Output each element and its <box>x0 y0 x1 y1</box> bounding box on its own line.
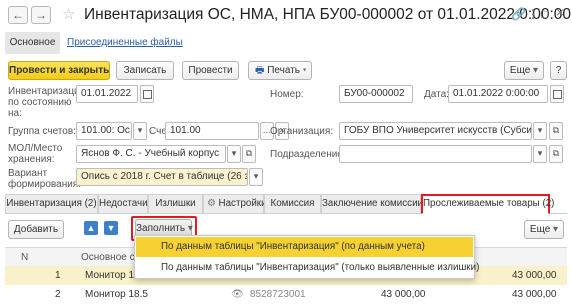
chevron-down-icon: ▾ <box>537 125 543 135</box>
organization-field[interactable]: ГОБУ ВПО Университет искусств (Субсидия) <box>339 122 532 140</box>
page-title: Инвентаризация ОС, НМА, НПА БУ00-000002 … <box>84 6 572 23</box>
open-icon: ⧉ <box>552 125 560 135</box>
variant-field[interactable]: Опись с 2018 г. Счет в таблице (26 знако… <box>76 168 248 186</box>
back-button[interactable]: ← <box>8 6 28 24</box>
date-field[interactable]: 01.01.2022 0:00:00 <box>448 85 548 103</box>
account-field[interactable]: 101.00 <box>165 122 259 140</box>
inventory-date-field[interactable]: 01.01.2022 <box>76 85 138 103</box>
inventory-date-label: Инвентаризация по состоянию на: <box>8 86 85 119</box>
row-number: 2 <box>55 289 61 300</box>
label-line: на: <box>8 108 22 119</box>
post-button[interactable]: Провести <box>182 61 239 80</box>
tab-shortages[interactable]: Недостачи <box>98 194 148 214</box>
more-label: Еще <box>529 224 551 235</box>
department-field[interactable] <box>339 145 532 163</box>
print-label: Печать <box>267 65 300 76</box>
open-icon: ⧉ <box>552 148 560 158</box>
variant-label: Вариант формирования: <box>8 168 81 190</box>
fill-dropdown-menu: По данным таблицы "Инвентаризация" (по д… <box>134 235 479 279</box>
calendar-button[interactable] <box>140 85 154 103</box>
attached-files-link[interactable]: Присоединенные файлы <box>67 37 183 48</box>
table-more-button[interactable]: Еще ▾ <box>524 220 564 239</box>
post-and-close-button[interactable]: Провести и закрыть <box>8 61 110 80</box>
tab-settings[interactable]: ⚙ Настройки <box>203 194 267 214</box>
asset-name: Монитор 18.5 <box>85 289 148 300</box>
mol-open-button[interactable]: ⧉ <box>242 145 256 163</box>
tab-surpluses[interactable]: Излишки <box>148 194 203 214</box>
tab-commission[interactable]: Комиссия <box>264 194 321 214</box>
label-line: формирования: <box>8 179 81 190</box>
table-row[interactable]: 2 Монитор 18.5 👁 8528723001 43 000,00 43… <box>5 285 567 304</box>
fill-menu-item-surpluses[interactable]: По данным таблицы "Инвентаризация" (толь… <box>136 258 479 278</box>
tab-commission-conclusion[interactable]: Заключение комиссии <box>321 194 423 214</box>
department-label: Подразделение: <box>270 149 346 160</box>
department-open-button[interactable]: ⧉ <box>549 145 563 163</box>
tab-inventory[interactable]: Инвентаризация (2) <box>5 194 98 214</box>
chevron-down-icon: ▾ <box>302 65 307 76</box>
date-label: Дата: <box>424 89 449 100</box>
chevron-down-icon: ▾ <box>533 65 539 76</box>
calendar-icon <box>143 90 152 99</box>
chevron-down-icon: ▾ <box>253 171 259 181</box>
fill-menu-item-accounting[interactable]: По данным таблицы "Инвентаризация" (по д… <box>136 237 473 257</box>
mol-field[interactable]: Яснов Ф. С. - Учебный корпус <box>76 145 226 163</box>
move-up-icon[interactable]: ▲ <box>84 221 98 235</box>
amount: 43 000,00 <box>381 289 426 300</box>
open-icon: ⧉ <box>245 148 253 158</box>
gear-icon: ⚙ <box>207 198 216 209</box>
amount: 43 000,00 <box>512 270 557 281</box>
amount: 43 000,00 <box>512 289 557 300</box>
variant-dropdown[interactable]: ▾ <box>249 168 263 186</box>
chevron-down-icon: ▾ <box>231 148 237 158</box>
calendar-button[interactable] <box>550 85 564 103</box>
link-icon[interactable]: 🔗 <box>511 7 526 21</box>
row-number: 1 <box>55 270 61 281</box>
chevron-down-icon: ▾ <box>553 224 559 235</box>
tab-label: Настройки <box>218 198 267 209</box>
save-button[interactable]: Записать <box>116 61 174 80</box>
number-field[interactable]: БУ00-000002 <box>339 85 413 103</box>
mol-dropdown[interactable]: ▾ <box>227 145 241 163</box>
number-label: Номер: <box>270 89 304 100</box>
more-label: Еще <box>509 65 531 76</box>
more-button[interactable]: Еще ▾ <box>504 61 544 80</box>
chevron-down-icon: ▾ <box>187 223 193 234</box>
close-icon[interactable]: × <box>556 4 564 20</box>
tab-traceable-goods[interactable]: Прослеживаемые товары (2) <box>421 194 554 214</box>
maximize-icon[interactable]: □ <box>541 7 548 21</box>
inventory-number: 8528723001 <box>250 289 306 300</box>
chevron-down-icon: ▾ <box>137 125 143 135</box>
print-button[interactable]: 🖶 Печать ▾ <box>248 61 312 80</box>
printer-icon: 🖶 <box>255 65 265 76</box>
forward-button[interactable]: → <box>31 6 51 24</box>
column-header-n: N <box>21 252 29 263</box>
fill-label: Заполнить <box>136 223 186 234</box>
eye-icon[interactable]: 👁 <box>231 285 244 304</box>
label-line: Вариант <box>8 168 48 179</box>
label-line: хранения: <box>8 154 55 165</box>
account-group-field[interactable]: 101.00: Ос <box>76 122 132 140</box>
arrow-right-icon: → <box>35 8 47 22</box>
label-line: МОЛ/Место <box>8 143 63 154</box>
organization-label: Организация: <box>270 126 334 137</box>
chevron-down-icon: ▾ <box>537 148 543 158</box>
account-group-label: Группа счетов: <box>8 126 76 137</box>
organization-dropdown[interactable]: ▾ <box>533 122 547 140</box>
label-line: Инвентаризация <box>8 86 86 97</box>
tab-main[interactable]: Основное <box>5 32 60 54</box>
department-dropdown[interactable]: ▾ <box>533 145 547 163</box>
favorite-star-icon[interactable]: ☆ <box>62 5 75 23</box>
arrow-left-icon: ← <box>12 8 24 22</box>
help-button[interactable]: ? <box>550 61 567 80</box>
add-button[interactable]: Добавить <box>8 220 64 239</box>
move-down-icon[interactable]: ▼ <box>104 221 118 235</box>
label-line: по состоянию <box>8 97 72 108</box>
calendar-icon <box>553 90 562 99</box>
more-menu-icon[interactable]: ⋮ <box>527 7 539 21</box>
mol-label: МОЛ/Место хранения: <box>8 143 62 165</box>
organization-open-button[interactable]: ⧉ <box>549 122 563 140</box>
account-group-dropdown[interactable]: ▾ <box>133 122 147 140</box>
